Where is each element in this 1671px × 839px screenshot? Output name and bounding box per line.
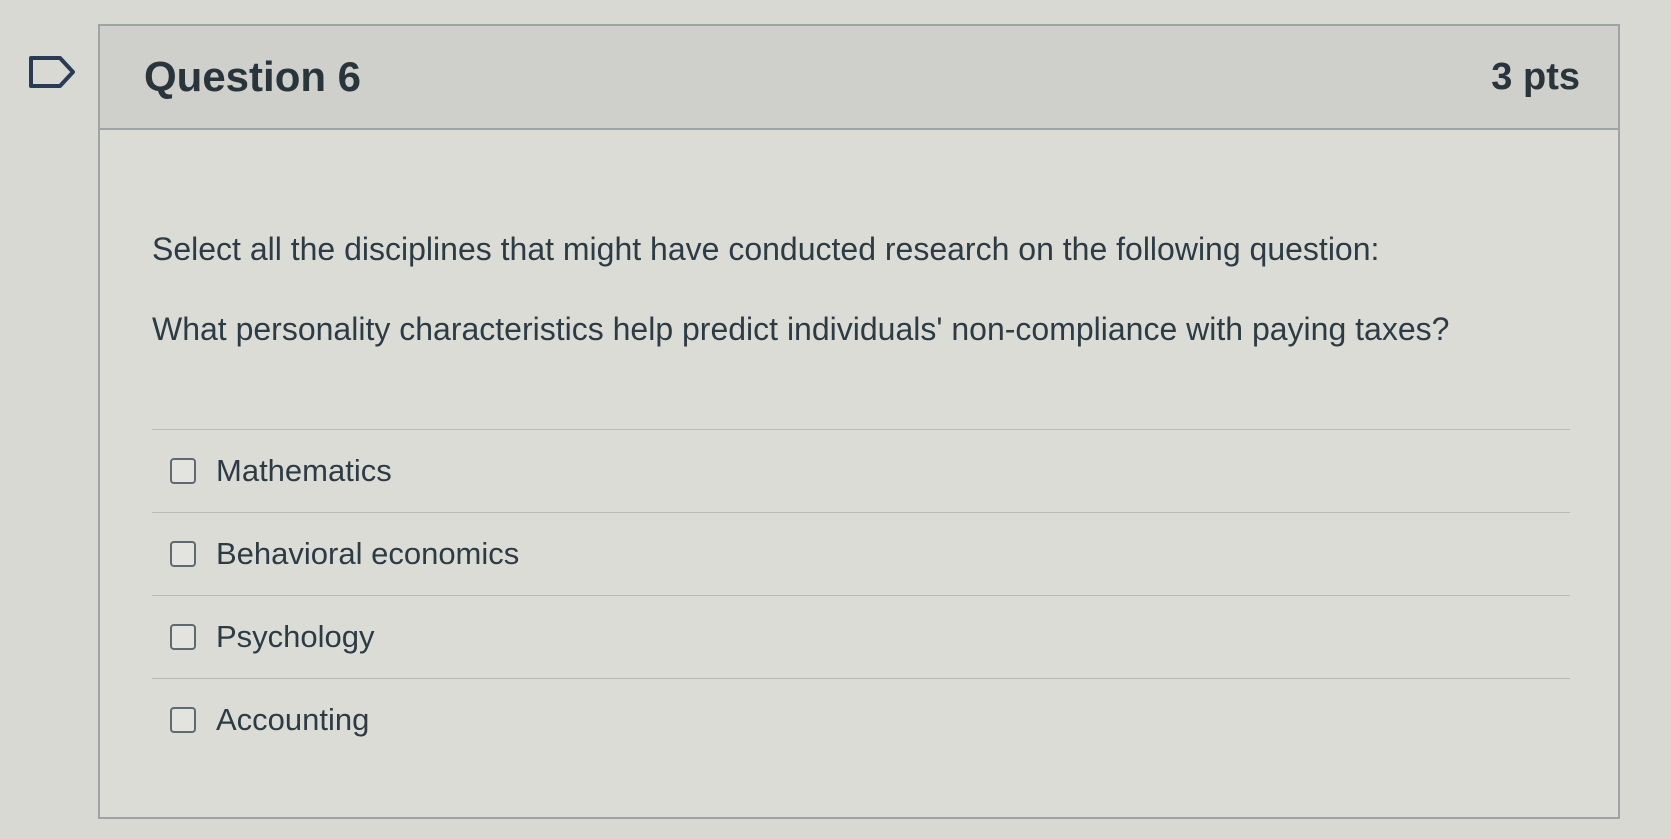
question-points: 3 pts [1491,55,1580,98]
answer-label: Mathematics [216,452,392,488]
answer-checkbox[interactable] [170,623,196,650]
answer-label: Accounting [216,701,370,737]
answer-checkbox[interactable] [170,706,196,733]
answer-checkbox[interactable] [170,457,196,484]
answer-label: Psychology [216,618,375,654]
question-card: Question 6 3 pts Select all the discipli… [98,24,1620,819]
answer-option-mathematics[interactable]: Mathematics [152,430,1570,513]
question-header: Question 6 3 pts [100,26,1618,130]
question-title: Question 6 [144,53,362,100]
question-subprompt: What personality characteristics help pr… [152,311,1450,348]
answer-option-behavioral-economics[interactable]: Behavioral economics [152,513,1570,596]
bookmark-flag-icon[interactable] [28,55,76,89]
answer-checkbox[interactable] [170,540,196,567]
question-prompt: Select all the disciplines that might ha… [152,231,1380,267]
answer-option-accounting[interactable]: Accounting [152,679,1570,761]
answer-option-psychology[interactable]: Psychology [152,596,1570,679]
answer-list: Mathematics Behavioral economics Psychol… [152,428,1570,761]
answer-label: Behavioral economics [216,535,520,571]
question-body: Select all the disciplines that might ha… [100,130,1618,761]
